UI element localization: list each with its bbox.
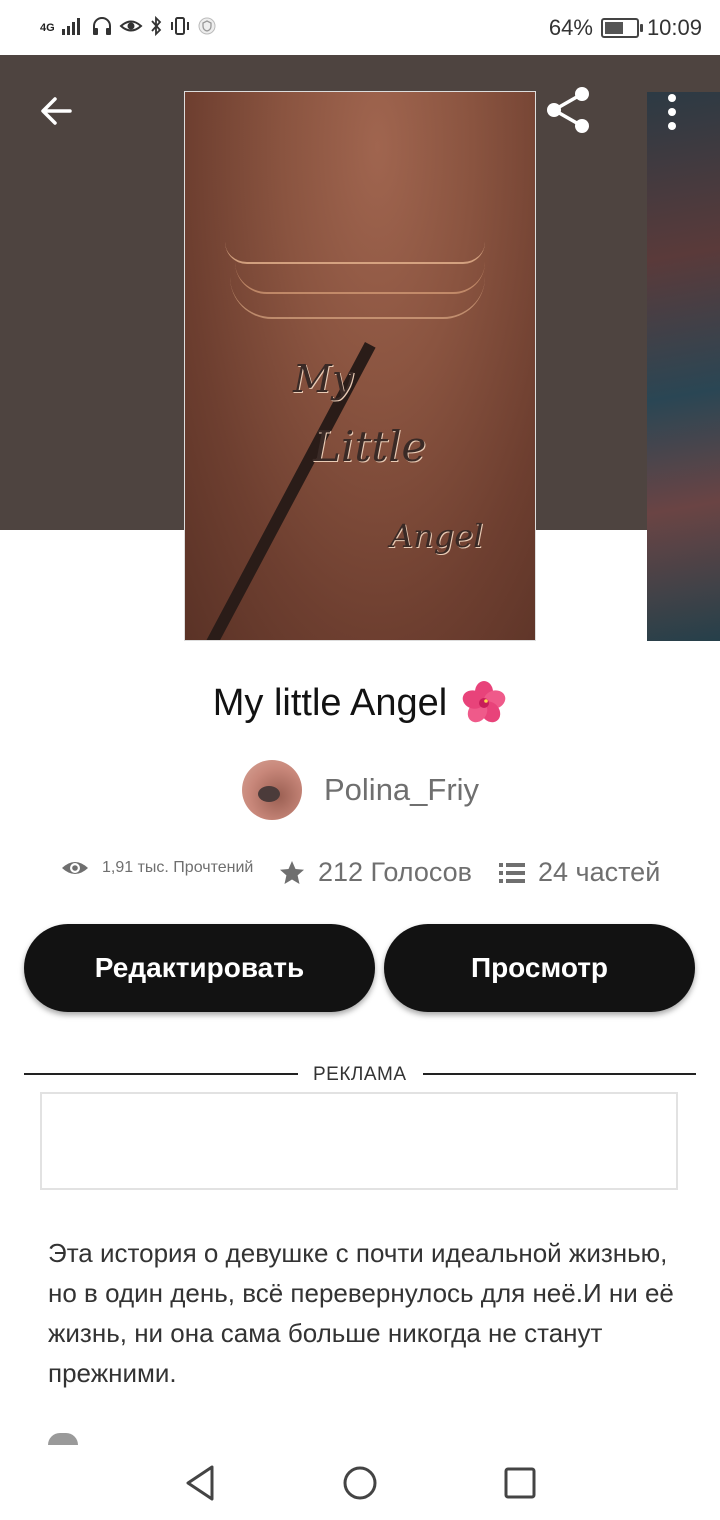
battery-percent: 64% [548,15,593,40]
cover-text-line: Angel [390,517,484,555]
ad-divider: РЕКЛАМА [24,1061,696,1089]
next-item-avatar [48,1433,78,1445]
story-title-text: My little Angel [212,681,448,724]
hibiscus-flower-icon [461,680,507,726]
arrow-left-icon [41,97,72,125]
nav-home-button[interactable] [336,1459,384,1507]
ad-label: РЕКЛАМА [313,1064,407,1085]
story-cover[interactable]: My Little Angel [185,92,535,640]
reads-count: 1,91 тыс. Прочтений [102,859,254,876]
parts-stat: 24 частей [498,857,660,888]
eye-comfort-icon [119,16,143,41]
nav-back-button[interactable] [176,1459,224,1507]
cover-necklace [230,277,485,319]
circle-home-icon [343,1466,377,1500]
back-button[interactable] [30,85,82,137]
eye-icon [62,862,88,874]
vibrate-icon [169,16,191,41]
reads-stat: 1,91 тыс. Прочтений [60,857,253,879]
headphones-icon [91,16,113,41]
parts-count: 24 частей [538,857,661,887]
shield-icon [197,16,217,41]
status-bar: 4G 64% 10:09 [0,0,720,55]
share-icon [547,87,589,133]
author-row[interactable]: Polina_Friy [242,760,479,820]
more-vertical-icon [668,94,676,130]
author-name[interactable]: Polina_Friy [324,772,479,808]
more-options-button[interactable] [652,86,692,138]
signal-icon [61,16,85,41]
list-icon [499,862,525,883]
author-avatar[interactable] [242,760,302,820]
battery-level [604,22,623,34]
votes-stat: 212 Голосов [278,857,472,888]
cover-text-line: Little [313,422,427,471]
triangle-back-icon [186,1465,214,1501]
nav-recents-button[interactable] [496,1459,544,1507]
status-icons: 4G [40,14,217,42]
square-recents-icon [504,1467,536,1499]
story-title: My little Angel [0,680,720,726]
share-button[interactable] [540,82,596,138]
divider-line [423,1073,696,1075]
system-navigation-bar [0,1445,720,1520]
story-description: Эта история о девушке с почти идеальной … [48,1238,674,1388]
ad-banner[interactable] [40,1092,678,1190]
status-right: 64% 10:09 [549,14,702,42]
battery-icon [600,18,643,38]
star-icon [280,860,304,884]
edit-button[interactable]: Редактировать [24,924,375,1012]
bluetooth-icon [149,15,163,42]
network-label: 4G [40,21,55,34]
votes-count: 212 Голосов [318,857,473,887]
story-stats: 1,91 тыс. Прочтений 212 Голосов 24 часте… [0,855,720,897]
divider-line [24,1073,298,1075]
clock: 10:09 [646,15,702,40]
cover-text-line: My [293,357,354,401]
cover-necklace [225,242,485,264]
next-story-cover[interactable] [647,92,720,641]
view-button[interactable]: Просмотр [384,924,695,1012]
